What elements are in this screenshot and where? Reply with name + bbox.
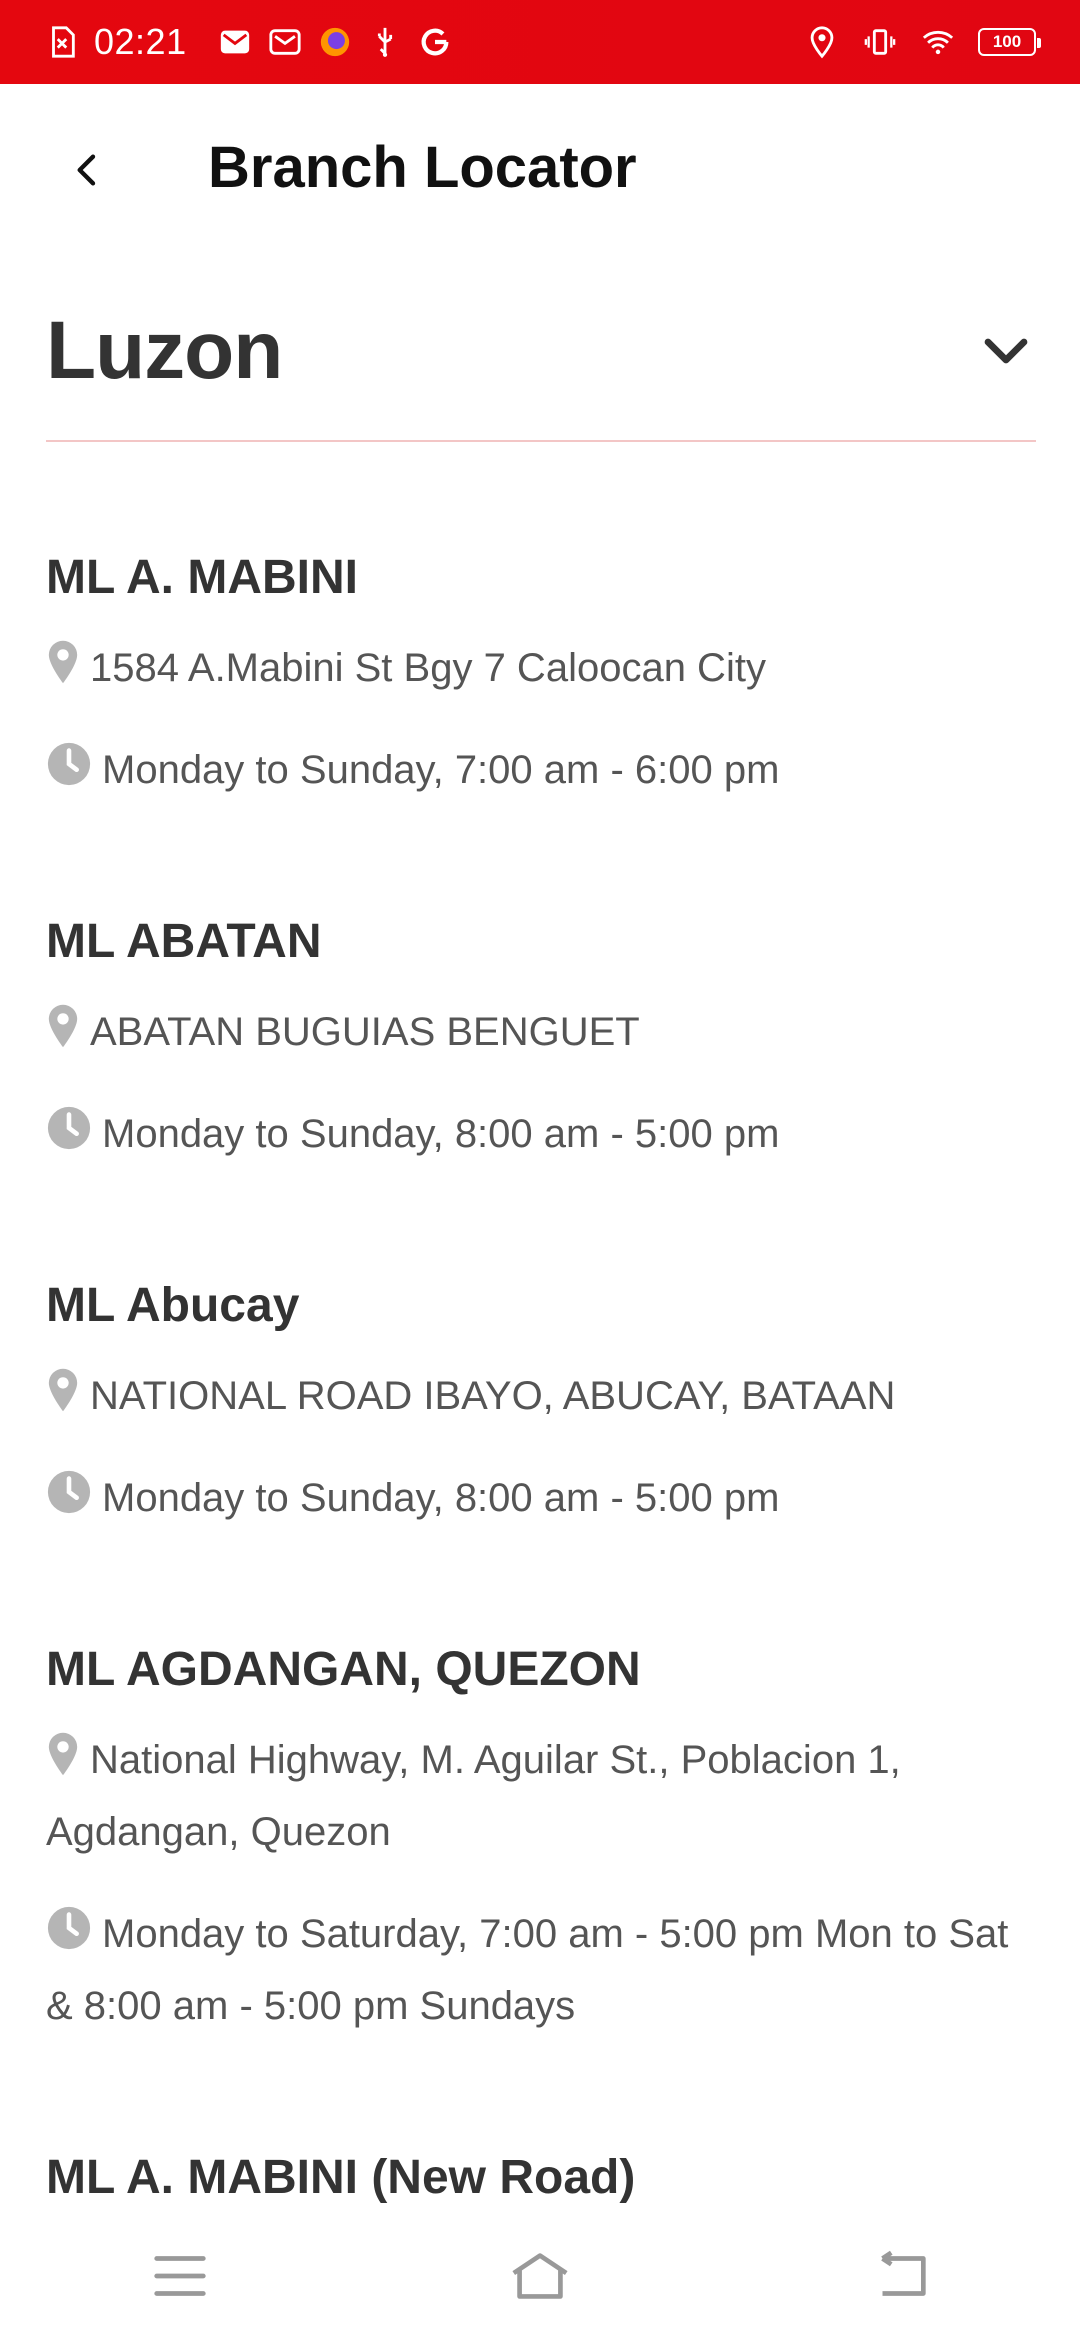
back-arrow-icon bbox=[77, 154, 96, 186]
nav-home-button[interactable] bbox=[495, 2231, 585, 2321]
branch-list[interactable]: ML A. MABINI 1584 A.Mabini St Bgy 7 Calo… bbox=[46, 442, 1036, 2212]
home-icon bbox=[512, 2253, 568, 2299]
branch-address: NATIONAL ROAD IBAYO, ABUCAY, BATAAN bbox=[46, 1360, 1036, 1432]
clock-icon bbox=[46, 1105, 92, 1151]
region-selected-value: Luzon bbox=[46, 305, 283, 396]
clock-icon bbox=[46, 741, 92, 787]
page-title: Branch Locator bbox=[208, 135, 637, 200]
branch-item[interactable]: ML A. MABINI 1584 A.Mabini St Bgy 7 Calo… bbox=[46, 442, 1036, 806]
location-pin-icon bbox=[46, 1731, 80, 1777]
nav-menu-button[interactable] bbox=[135, 2231, 225, 2321]
firefox-icon bbox=[317, 24, 353, 60]
branch-hours: Monday to Sunday, 7:00 am - 6:00 pm bbox=[46, 734, 1036, 806]
branch-address: ABATAN BUGUIAS BENGUET bbox=[46, 996, 1036, 1068]
battery-icon: 100 bbox=[978, 28, 1041, 56]
branch-address-text: NATIONAL ROAD IBAYO, ABUCAY, BATAAN bbox=[90, 1374, 896, 1418]
vibrate-icon bbox=[862, 24, 898, 60]
branch-hours: Monday to Saturday, 7:00 am - 5:00 pm Mo… bbox=[46, 1898, 1036, 2042]
branch-item[interactable]: ML ABATAN ABATAN BUGUIAS BENGUET Monday … bbox=[46, 806, 1036, 1170]
nav-back-button[interactable] bbox=[855, 2231, 945, 2321]
branch-name: ML ABATAN bbox=[46, 915, 322, 968]
branch-address-text: ABATAN BUGUIAS BENGUET bbox=[90, 1010, 640, 1054]
branch-name: ML AGDANGAN, QUEZON bbox=[46, 1643, 641, 1696]
branch-hours-text: Monday to Sunday, 8:00 am - 5:00 pm bbox=[102, 1476, 780, 1520]
branch-hours-text: Monday to Sunday, 8:00 am - 5:00 pm bbox=[102, 1112, 780, 1156]
branch-address: 1584 A.Mabini St Bgy 7 Caloocan City bbox=[46, 632, 1036, 704]
branch-name: ML A. MABINI bbox=[46, 551, 358, 604]
status-left: 02:21 bbox=[44, 21, 804, 63]
branch-hours: Monday to Sunday, 8:00 am - 5:00 pm bbox=[46, 1098, 1036, 1170]
branch-item[interactable]: ML A. MABINI (New Road) bbox=[46, 2042, 1036, 2206]
branch-item[interactable]: ML Abucay NATIONAL ROAD IBAYO, ABUCAY, B… bbox=[46, 1170, 1036, 1534]
gmail-icon bbox=[267, 24, 303, 60]
clock-icon bbox=[46, 1905, 92, 1951]
system-nav-bar bbox=[0, 2212, 1080, 2340]
location-pin-icon bbox=[46, 1367, 80, 1413]
branch-address-text: 1584 A.Mabini St Bgy 7 Caloocan City bbox=[90, 646, 766, 690]
sim-off-icon bbox=[44, 24, 80, 60]
mail-icon bbox=[217, 24, 253, 60]
status-bar: 02:21 100 bbox=[0, 0, 1080, 84]
back-icon bbox=[881, 2250, 926, 2296]
location-icon bbox=[804, 24, 840, 60]
branch-hours: Monday to Sunday, 8:00 am - 5:00 pm bbox=[46, 1462, 1036, 1534]
branch-item[interactable]: ML AGDANGAN, QUEZON National Highway, M.… bbox=[46, 1534, 1036, 2042]
chevron-down-icon bbox=[976, 321, 1036, 381]
location-pin-icon bbox=[46, 639, 80, 685]
wifi-icon bbox=[920, 24, 956, 60]
location-pin-icon bbox=[46, 1003, 80, 1049]
google-icon bbox=[417, 24, 453, 60]
status-time: 02:21 bbox=[94, 21, 187, 62]
status-right: 100 bbox=[804, 24, 1041, 60]
branch-address: National Highway, M. Aguilar St., Poblac… bbox=[46, 1724, 1036, 1868]
usb-icon bbox=[367, 24, 403, 60]
branch-hours-text: Monday to Saturday, 7:00 am - 5:00 pm Mo… bbox=[46, 1912, 1009, 2028]
branch-hours-text: Monday to Sunday, 7:00 am - 6:00 pm bbox=[102, 748, 780, 792]
branch-name: ML Abucay bbox=[46, 1279, 300, 1332]
menu-icon bbox=[154, 2256, 206, 2296]
clock-icon bbox=[46, 1469, 92, 1515]
app-bar: Branch Locator bbox=[0, 84, 1080, 256]
branch-address-text: National Highway, M. Aguilar St., Poblac… bbox=[46, 1738, 901, 1854]
back-button[interactable] bbox=[58, 140, 118, 200]
branch-name: ML A. MABINI (New Road) bbox=[46, 2151, 636, 2204]
region-dropdown[interactable]: Luzon bbox=[46, 262, 1036, 442]
